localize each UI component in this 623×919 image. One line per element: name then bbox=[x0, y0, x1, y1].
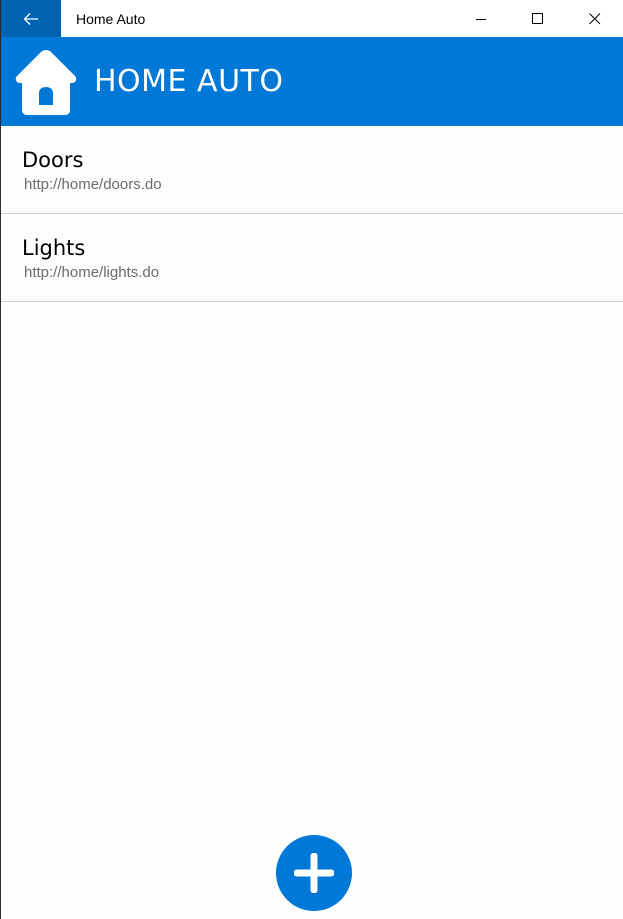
arrow-left-icon bbox=[23, 12, 38, 25]
app-header: HOME AUTO bbox=[1, 37, 623, 126]
list-item-url: http://home/doors.do bbox=[24, 176, 162, 193]
window-title: Home Auto bbox=[76, 10, 146, 27]
minimize-button[interactable] bbox=[452, 0, 509, 37]
list-item-title: Doors bbox=[22, 148, 84, 172]
close-button[interactable] bbox=[566, 0, 623, 37]
plus-icon bbox=[294, 853, 334, 893]
maximize-button[interactable] bbox=[509, 0, 566, 37]
list-item-url: http://home/lights.do bbox=[24, 264, 160, 281]
title-bar: Home Auto bbox=[1, 0, 623, 37]
list-item-lights[interactable]: Lights http://home/lights.do bbox=[1, 214, 623, 302]
caption-buttons bbox=[452, 0, 623, 37]
app-logo bbox=[14, 48, 78, 116]
minimize-icon bbox=[475, 18, 486, 20]
page-title: HOME AUTO bbox=[94, 64, 284, 99]
house-icon bbox=[15, 49, 77, 115]
maximize-icon bbox=[531, 12, 543, 24]
endpoint-list: Doors http://home/doors.do Lights http:/… bbox=[1, 126, 623, 302]
list-item-doors[interactable]: Doors http://home/doors.do bbox=[1, 126, 623, 214]
add-button[interactable] bbox=[276, 835, 352, 911]
list-item-title: Lights bbox=[22, 236, 86, 260]
back-button[interactable] bbox=[1, 0, 61, 37]
app-window: Home Auto HOME AUTO Doors http://home/do… bbox=[0, 0, 623, 919]
close-icon bbox=[588, 12, 600, 24]
